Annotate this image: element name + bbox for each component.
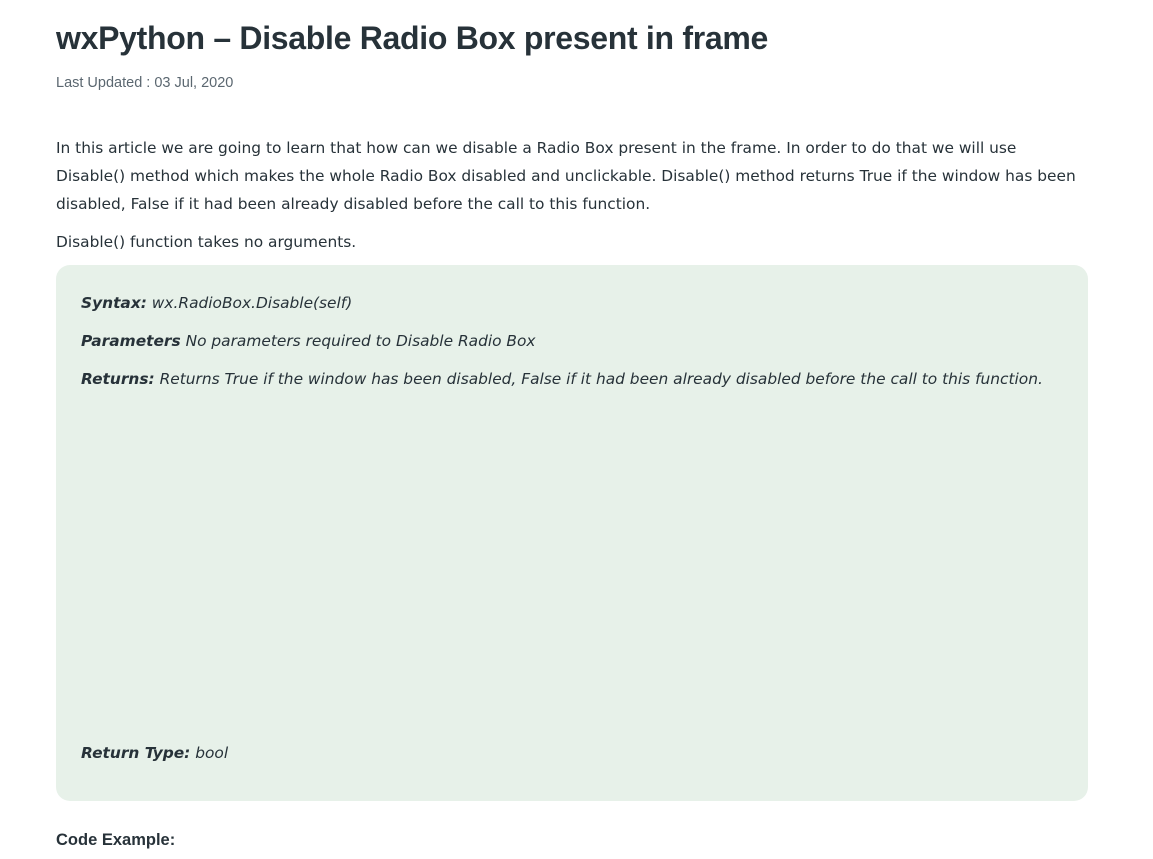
syntax-line: Syntax: wx.RadioBox.Disable(self) [81, 290, 352, 316]
last-updated-date: Last Updated : 03 Jul, 2020 [56, 75, 234, 91]
arguments-paragraph: Disable() function takes no arguments. [56, 233, 357, 251]
parameters-value: No parameters required to Disable Radio … [180, 332, 536, 350]
returns-label: Returns: [81, 370, 155, 388]
return-type-line: Return Type: bool [81, 740, 228, 766]
return-type-value: bool [190, 744, 229, 762]
parameters-line: Parameters No parameters required to Dis… [81, 328, 536, 354]
returns-line: Returns: Returns True if the window has … [81, 366, 1043, 392]
return-type-label: Return Type: [81, 744, 191, 762]
parameters-label: Parameters [81, 332, 181, 350]
code-example-heading: Code Example: [56, 831, 176, 849]
syntax-label: Syntax: [81, 294, 147, 312]
intro-paragraph: In this article we are going to learn th… [56, 139, 1076, 213]
returns-value: Returns True if the window has been disa… [154, 370, 1043, 388]
page-title: wxPython – Disable Radio Box present in … [56, 20, 769, 56]
method-info-panel: Syntax: wx.RadioBox.Disable(self) Parame… [56, 265, 1088, 801]
syntax-value: wx.RadioBox.Disable(self) [146, 294, 353, 312]
